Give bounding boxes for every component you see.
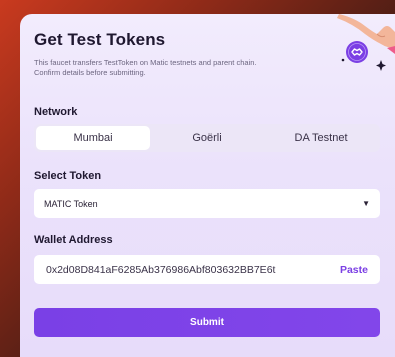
network-tabs: Mumbai Goërli DA Testnet: [34, 124, 380, 152]
token-select[interactable]: MATIC Token ▼: [34, 189, 380, 218]
wallet-address-field: Paste: [34, 255, 380, 284]
paste-button[interactable]: Paste: [340, 264, 368, 276]
page-title: Get Test Tokens: [34, 30, 166, 49]
hand-icon: [337, 14, 395, 48]
dot-icon: [341, 58, 345, 62]
polygon-coin-icon: [346, 41, 368, 63]
sparkle-icon: [376, 60, 386, 71]
select-token-label: Select Token: [34, 170, 102, 182]
network-label: Network: [34, 106, 78, 118]
chevron-down-icon: ▼: [362, 199, 370, 208]
tab-mumbai[interactable]: Mumbai: [36, 126, 150, 150]
wallet-address-input[interactable]: [46, 263, 308, 276]
wallet-address-label: Wallet Address: [34, 234, 113, 246]
tab-da-testnet[interactable]: DA Testnet: [264, 126, 378, 150]
submit-button[interactable]: Submit: [34, 308, 380, 337]
hand-coin-illustration: [337, 14, 395, 71]
faucet-card: Get Test Tokens This faucet transfers Te…: [20, 14, 395, 357]
token-select-value: MATIC Token: [44, 198, 98, 209]
page-subtitle: This faucet transfers TestToken on Matic…: [34, 58, 257, 77]
tab-goerli[interactable]: Goërli: [150, 126, 264, 150]
